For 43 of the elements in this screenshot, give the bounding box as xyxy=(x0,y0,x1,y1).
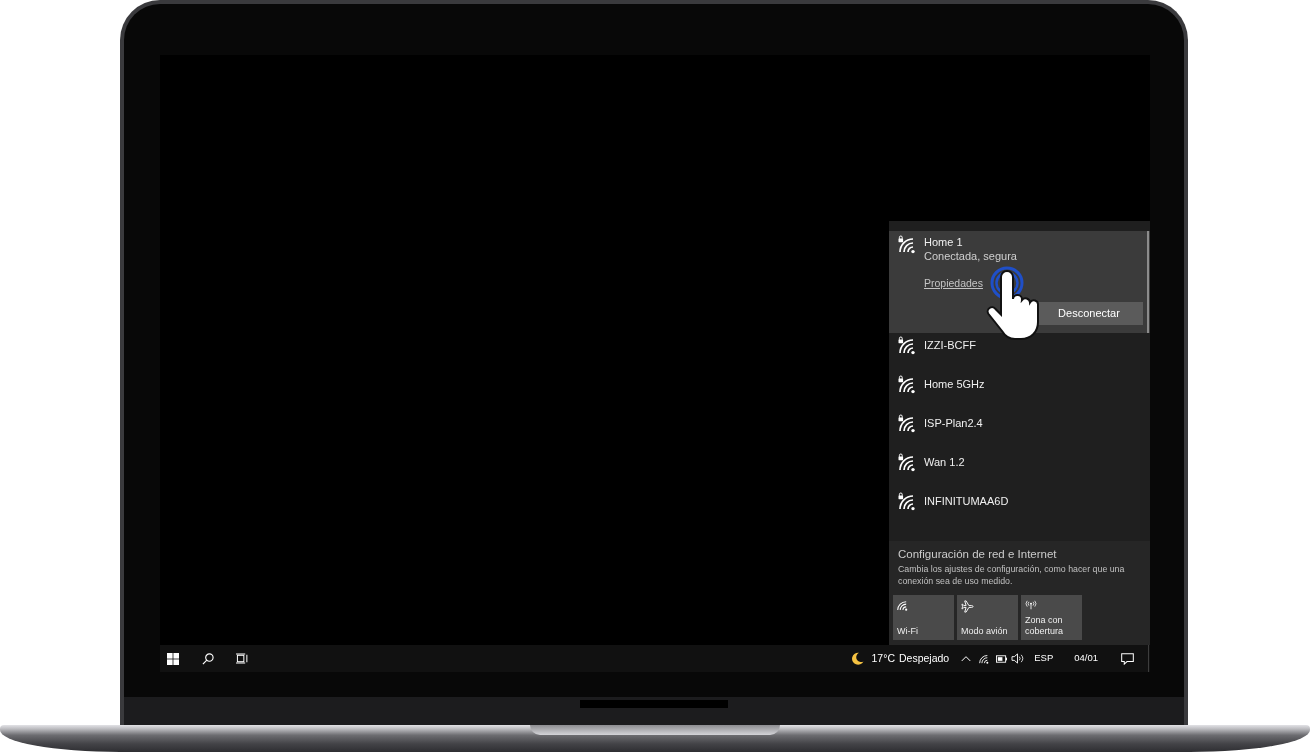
start-icon[interactable] xyxy=(167,652,179,665)
network-name: IZZI-BCFF xyxy=(924,338,977,353)
hand-pointer-icon xyxy=(985,265,1041,341)
network-item[interactable]: Home 5GHz xyxy=(889,372,1150,411)
chevron-up-icon[interactable] xyxy=(961,655,972,662)
mobile-hotspot-button[interactable]: Zona con cobertura xyxy=(1021,595,1082,640)
wifi-icon xyxy=(897,600,908,611)
battery-icon[interactable] xyxy=(996,654,1008,663)
language-indicator[interactable]: ESP xyxy=(1034,651,1054,666)
wifi-lock-icon xyxy=(898,453,917,472)
airplane-icon xyxy=(961,600,974,613)
weather-temperature[interactable]: 17°C xyxy=(871,650,895,667)
moon-icon[interactable] xyxy=(850,652,864,665)
properties-link[interactable]: Propiedades xyxy=(924,276,983,290)
network-item[interactable]: Home 1 Conectada, segura Propiedades Desconectar xyxy=(889,231,1150,333)
task-view-icon[interactable] xyxy=(236,653,248,664)
volume-icon[interactable] xyxy=(1011,653,1025,664)
network-item[interactable]: ISP-Plan2.4 xyxy=(889,411,1150,450)
antenna-icon xyxy=(1025,600,1037,610)
settings-description: Cambia los ajustes de configuración, como hacer que una conexión sea de uso medido. xyxy=(898,564,1126,587)
speech-bubble-icon[interactable] xyxy=(1121,652,1134,665)
search-icon[interactable] xyxy=(202,652,214,665)
wifi-button[interactable]: Wi-Fi xyxy=(893,595,954,640)
network-item[interactable]: IZZI-BCFF xyxy=(889,333,1150,372)
taskbar-date[interactable]: 04/01 xyxy=(1074,651,1098,666)
network-name: ISP-Plan2.4 xyxy=(924,416,984,431)
airplane-mode-button[interactable]: Modo avión xyxy=(957,595,1018,640)
network-item[interactable]: INFINITUMAA6D xyxy=(889,489,1150,528)
wifi-lock-icon xyxy=(898,414,917,433)
scrollbar-thumb[interactable] xyxy=(1147,231,1149,333)
weather-condition[interactable]: Despejado xyxy=(899,650,950,667)
connection-status: Conectada, segura xyxy=(924,249,1018,263)
network-name: INFINITUMAA6D xyxy=(924,494,1010,509)
network-name: Home 5GHz xyxy=(924,377,986,392)
wifi-lock-icon xyxy=(898,492,917,511)
wifi-lock-icon xyxy=(898,336,917,355)
wifi-lock-icon xyxy=(898,235,917,254)
wifi-icon[interactable] xyxy=(979,653,990,664)
network-item[interactable]: Wan 1.2 xyxy=(889,450,1150,489)
wifi-lock-icon xyxy=(898,375,917,394)
network-name: Wan 1.2 xyxy=(924,455,966,470)
network-settings-link[interactable]: Configuración de red e Internet xyxy=(898,547,1057,561)
network-name: Home 1 xyxy=(924,235,964,249)
